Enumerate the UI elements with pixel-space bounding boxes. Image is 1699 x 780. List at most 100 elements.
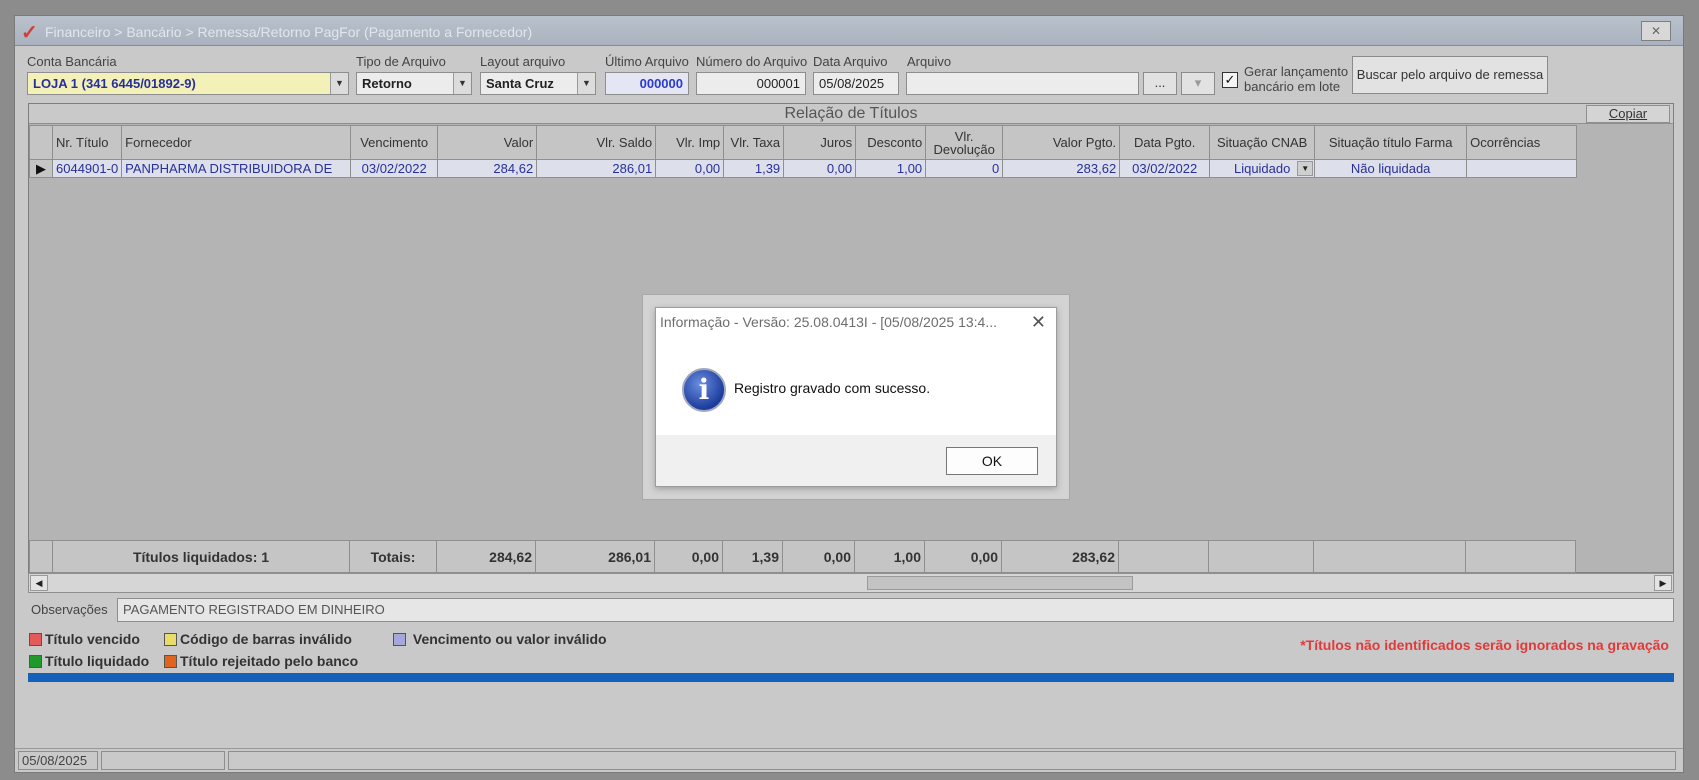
- legend-vencido: Título vencido: [29, 631, 140, 647]
- conta-value: LOJA 1 (341 6445/01892-9): [33, 76, 196, 91]
- numero-label: Número do Arquivo: [696, 54, 808, 69]
- titulos-liquidados-count: Títulos liquidados: 1: [52, 540, 350, 573]
- cell-desconto[interactable]: 1,00: [855, 159, 927, 178]
- observacoes-label: Observações: [31, 602, 108, 617]
- arquivo-label: Arquivo: [907, 54, 952, 69]
- col-vlr-devolucao[interactable]: Vlr. Devolução: [925, 125, 1004, 160]
- layout-arquivo-select[interactable]: Santa Cruz ▼: [480, 72, 596, 95]
- row-pointer-icon[interactable]: ▶: [29, 159, 53, 178]
- numero-arquivo-field[interactable]: 000001: [696, 72, 806, 95]
- progress-bar: [28, 673, 1674, 682]
- situacao-cnab-value: Liquidado: [1233, 161, 1291, 176]
- col-vlr-imp[interactable]: Vlr. Imp: [655, 125, 725, 160]
- legend-rejeitado: Título rejeitado pelo banco: [164, 653, 358, 669]
- cell-ocorrencias[interactable]: [1466, 159, 1578, 178]
- buscar-remessa-button[interactable]: Buscar pelo arquivo de remessa: [1352, 56, 1548, 94]
- totals-empty: [1208, 540, 1314, 573]
- cell-vlr-imp[interactable]: 0,00: [655, 159, 725, 178]
- chevron-down-icon[interactable]: ▼: [330, 73, 348, 94]
- ultimo-arquivo-field: 000000: [605, 72, 689, 95]
- legend-vencimento-invalido: Vencimento ou valor inválido: [393, 631, 607, 647]
- cell-valor-pgto[interactable]: 283,62: [1002, 159, 1121, 178]
- gerar-label-line1: Gerar lançamento: [1244, 64, 1349, 79]
- ultimo-label: Último Arquivo: [605, 54, 689, 69]
- col-valor-pgto[interactable]: Valor Pgto.: [1002, 125, 1121, 160]
- status-date: 05/08/2025: [18, 751, 98, 770]
- arquivo-field[interactable]: [906, 72, 1139, 95]
- cell-situacao-cnab[interactable]: Liquidado ▼: [1209, 159, 1316, 178]
- scroll-left-icon[interactable]: ◀: [30, 575, 48, 591]
- cell-vlr-saldo[interactable]: 286,01: [536, 159, 657, 178]
- col-juros[interactable]: Juros: [783, 125, 857, 160]
- cell-vlr-devolucao[interactable]: 0: [925, 159, 1004, 178]
- chevron-down-icon[interactable]: ▼: [577, 73, 595, 94]
- cell-valor[interactable]: 284,62: [437, 159, 538, 178]
- col-valor[interactable]: Valor: [437, 125, 538, 160]
- window-close-button[interactable]: ✕: [1641, 21, 1671, 41]
- chevron-down-icon: ▾: [1194, 75, 1202, 90]
- conta-bancaria-select[interactable]: LOJA 1 (341 6445/01892-9) ▼: [27, 72, 349, 95]
- browse-button[interactable]: ...: [1143, 72, 1177, 95]
- legend-swatch: [164, 633, 177, 646]
- status-panel: [228, 751, 1676, 770]
- gerar-label-line2: bancário em lote: [1244, 79, 1341, 94]
- scroll-right-icon[interactable]: ▶: [1654, 575, 1672, 591]
- col-vlr-saldo[interactable]: Vlr. Saldo: [536, 125, 657, 160]
- col-nr-titulo[interactable]: Nr. Título: [51, 125, 123, 160]
- legend-swatch: [29, 655, 42, 668]
- info-icon: i: [682, 368, 726, 412]
- col-fornecedor[interactable]: Fornecedor: [121, 125, 352, 160]
- arquivo-dropdown-button[interactable]: ▾: [1181, 72, 1215, 95]
- cell-data-pgto[interactable]: 03/02/2022: [1119, 159, 1211, 178]
- cell-fornecedor[interactable]: PANPHARMA DISTRIBUIDORA DE: [121, 159, 352, 178]
- data-arquivo-field[interactable]: 05/08/2025: [813, 72, 899, 95]
- col-situacao-cnab[interactable]: Situação CNAB: [1209, 125, 1316, 160]
- total-desconto: 1,00: [854, 540, 925, 573]
- close-icon[interactable]: ✕: [1031, 312, 1046, 333]
- chevron-down-icon[interactable]: ▼: [1297, 161, 1314, 176]
- status-panel: [101, 751, 225, 770]
- col-situacao-farma[interactable]: Situação título Farma: [1314, 125, 1468, 160]
- scrollbar-thumb[interactable]: [867, 576, 1133, 590]
- total-valor: 284,62: [436, 540, 536, 573]
- legend-codigo-barras: Código de barras inválido: [164, 631, 352, 647]
- close-icon: ✕: [1650, 24, 1662, 38]
- tipo-arquivo-select[interactable]: Retorno ▼: [356, 72, 472, 95]
- conta-label: Conta Bancária: [27, 54, 117, 69]
- col-vencimento[interactable]: Vencimento: [350, 125, 439, 160]
- info-dialog: Informação - Versão: 25.08.0413I - [05/0…: [655, 307, 1057, 487]
- cell-vencimento[interactable]: 03/02/2022: [350, 159, 439, 178]
- chevron-down-icon[interactable]: ▼: [453, 73, 471, 94]
- horizontal-scrollbar[interactable]: ◀ ▶: [28, 573, 1674, 593]
- col-data-pgto[interactable]: Data Pgto.: [1119, 125, 1211, 160]
- cell-nr-titulo[interactable]: 6044901-0: [51, 159, 123, 178]
- cell-situacao-farma[interactable]: Não liquidada: [1314, 159, 1468, 178]
- total-taxa: 1,39: [722, 540, 783, 573]
- tipo-value: Retorno: [362, 76, 412, 91]
- total-juros: 0,00: [782, 540, 855, 573]
- legend-label: Título liquidado: [45, 653, 150, 669]
- cell-vlr-taxa[interactable]: 1,39: [723, 159, 785, 178]
- data-label: Data Arquivo: [813, 54, 888, 69]
- col-desconto[interactable]: Desconto: [855, 125, 927, 160]
- observacoes-field[interactable]: PAGAMENTO REGISTRADO EM DINHEIRO: [117, 598, 1674, 622]
- grid-caption-text: Relação de Títulos: [784, 105, 918, 122]
- status-bar: 05/08/2025: [15, 748, 1683, 772]
- cell-juros[interactable]: 0,00: [783, 159, 857, 178]
- col-vlr-taxa[interactable]: Vlr. Taxa: [723, 125, 785, 160]
- window-title: Financeiro > Bancário > Remessa/Retorno …: [45, 24, 533, 40]
- dialog-footer: OK: [656, 435, 1056, 486]
- ok-button[interactable]: OK: [946, 447, 1038, 475]
- app-logo-icon: ✓: [21, 22, 38, 44]
- legend-label: Vencimento ou valor inválido: [412, 631, 607, 647]
- table-row[interactable]: ▶ 6044901-0 PANPHARMA DISTRIBUIDORA DE 0…: [29, 159, 1578, 178]
- dialog-title: Informação - Versão: 25.08.0413I - [05/0…: [660, 314, 998, 330]
- total-valor-pgto: 283,62: [1001, 540, 1119, 573]
- tipo-label: Tipo de Arquivo: [356, 54, 446, 69]
- total-saldo: 286,01: [535, 540, 655, 573]
- totals-empty: [1118, 540, 1209, 573]
- gerar-lancamento-checkbox[interactable]: ✓: [1222, 72, 1238, 88]
- legend-label: Título rejeitado pelo banco: [180, 653, 359, 669]
- col-ocorrencias[interactable]: Ocorrências: [1466, 125, 1578, 160]
- copy-button[interactable]: Copiar: [1586, 105, 1670, 123]
